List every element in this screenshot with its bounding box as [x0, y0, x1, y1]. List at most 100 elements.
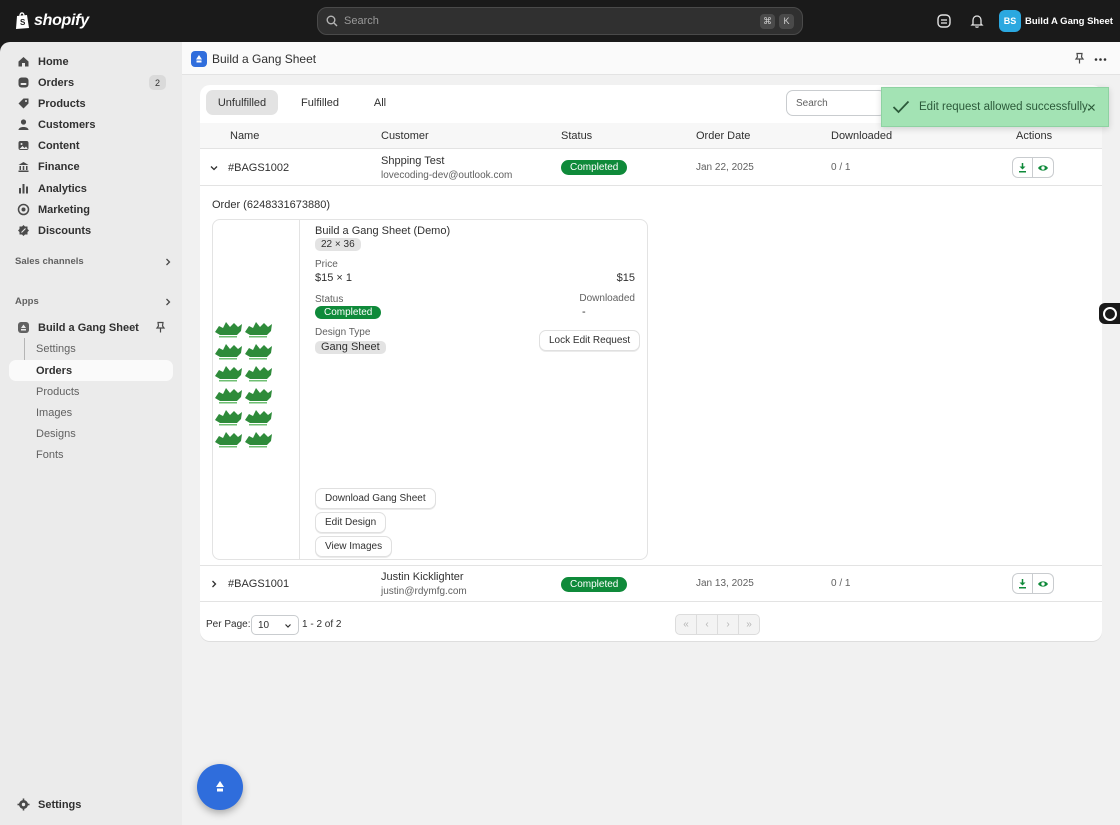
- per-page-label: Per Page:: [206, 619, 251, 630]
- gang-sheet-motif: [215, 366, 242, 382]
- lock-edit-request-button[interactable]: Lock Edit Request: [539, 330, 641, 351]
- app-icon: [191, 51, 207, 67]
- downloaded-value: -: [582, 306, 586, 318]
- double-chevron-right-icon: »: [746, 619, 752, 630]
- col-header-downloaded[interactable]: Downloaded: [831, 130, 892, 142]
- store-name: Build A Gang Sheet: [1025, 15, 1113, 27]
- side-widget-toggle[interactable]: [1099, 303, 1120, 324]
- sidebar-item-discounts[interactable]: Discounts: [9, 220, 173, 241]
- per-page-select[interactable]: 10: [251, 615, 299, 635]
- sidebar-subitem-fonts[interactable]: Fonts: [9, 444, 173, 465]
- apps-section[interactable]: Apps: [15, 296, 173, 307]
- col-header-name[interactable]: Name: [230, 130, 259, 142]
- sidebar-item-settings[interactable]: Settings: [9, 794, 173, 815]
- search-shortcut: ⌘ K: [760, 13, 794, 29]
- download-button[interactable]: [1012, 573, 1033, 594]
- sidebar-item-customers[interactable]: Customers: [9, 114, 173, 135]
- sidebar-item-finance[interactable]: Finance: [9, 156, 173, 177]
- sidebar-subitem-settings[interactable]: Settings: [9, 338, 173, 359]
- store-menu[interactable]: BS Build A Gang Sheet: [999, 10, 1113, 32]
- close-icon[interactable]: [1087, 103, 1096, 112]
- sidebar-item-home[interactable]: Home: [9, 51, 173, 72]
- tab-all[interactable]: All: [362, 90, 398, 115]
- table-row[interactable]: #BAGS1001 Justin Kicklighter justin@rdym…: [200, 567, 1102, 602]
- next-page-button[interactable]: ›: [717, 614, 739, 635]
- chevron-down-icon: [285, 624, 291, 628]
- line-item-card: Build a Gang Sheet (Demo) 22 × 36 Price …: [212, 219, 648, 560]
- order-name[interactable]: #BAGS1001: [228, 578, 289, 590]
- prev-page-button[interactable]: ‹: [696, 614, 718, 635]
- more-options-icon[interactable]: [1094, 53, 1107, 66]
- download-gang-sheet-button[interactable]: Download Gang Sheet: [315, 488, 436, 509]
- gang-sheet-motif: [245, 322, 272, 338]
- sidebar-item-label: Marketing: [38, 203, 90, 216]
- tab-unfulfilled[interactable]: Unfulfilled: [206, 90, 278, 115]
- col-header-status[interactable]: Status: [561, 130, 592, 142]
- col-header-customer[interactable]: Customer: [381, 130, 429, 142]
- sales-channels-section[interactable]: Sales channels: [15, 256, 173, 267]
- view-button[interactable]: [1033, 573, 1054, 594]
- first-page-button[interactable]: «: [675, 614, 697, 635]
- order-id-label: Order (6248331673880): [212, 199, 331, 211]
- page-header: Build a Gang Sheet: [182, 42, 1120, 75]
- price-label: Price: [315, 259, 338, 270]
- sidebar-item-marketing[interactable]: Marketing: [9, 199, 173, 220]
- gang-sheet-motif: [215, 388, 242, 404]
- downloaded-label: Downloaded: [579, 293, 635, 304]
- download-button[interactable]: [1012, 157, 1033, 178]
- app-chat-button[interactable]: [197, 764, 243, 810]
- sidebar-subitem-designs[interactable]: Designs: [9, 423, 173, 444]
- chevron-down-icon[interactable]: [209, 163, 219, 173]
- chevron-right-icon[interactable]: [209, 579, 219, 589]
- checkmark-icon: [892, 100, 910, 114]
- gang-sheet-preview[interactable]: [213, 220, 300, 559]
- shortcut-key-k: K: [779, 13, 794, 29]
- sidebar-item-analytics[interactable]: Analytics: [9, 178, 173, 199]
- shopify-wordmark: shopify: [34, 11, 89, 29]
- shopify-logo[interactable]: S shopify: [14, 11, 89, 30]
- view-button[interactable]: [1033, 157, 1054, 178]
- table-search-input[interactable]: [786, 90, 886, 116]
- tab-fulfilled[interactable]: Fulfilled: [290, 90, 350, 115]
- analytics-icon: [19, 184, 28, 194]
- price-total: $15: [616, 272, 635, 284]
- store-sync-icon[interactable]: [936, 13, 952, 29]
- order-name[interactable]: #BAGS1002: [228, 162, 289, 174]
- gang-sheet-motif: [245, 410, 272, 426]
- sidebar-item-label: Build a Gang Sheet: [38, 321, 139, 334]
- status-badge: Completed: [315, 306, 382, 319]
- download-icon: [1019, 163, 1026, 173]
- sidebar-item-orders[interactable]: Orders 2: [9, 72, 173, 93]
- sidebar-item-label: Home: [38, 55, 69, 68]
- shopify-bag-icon: S: [16, 12, 29, 29]
- col-header-order-date[interactable]: Order Date: [696, 130, 750, 142]
- bell-icon[interactable]: [969, 13, 985, 29]
- product-title: Build a Gang Sheet (Demo): [315, 225, 451, 237]
- edit-design-button[interactable]: Edit Design: [315, 512, 387, 533]
- table-row[interactable]: #BAGS1002 Shpping Test lovecoding-dev@ou…: [200, 150, 1102, 186]
- sidebar-subitem-products[interactable]: Products: [9, 381, 173, 402]
- customer-email: lovecoding-dev@outlook.com: [381, 170, 513, 181]
- order-date: Jan 13, 2025: [696, 578, 754, 589]
- global-search[interactable]: ⌘ K: [317, 7, 803, 35]
- svg-text:S: S: [20, 18, 26, 27]
- design-type-label: Design Type: [315, 327, 371, 338]
- pin-icon[interactable]: [154, 321, 167, 334]
- sidebar-subitem-orders[interactable]: Orders: [9, 360, 173, 381]
- sidebar-subitem-images[interactable]: Images: [9, 402, 173, 423]
- store-avatar: BS: [999, 10, 1021, 32]
- sidebar-item-label: Customers: [38, 118, 96, 131]
- sidebar-item-products[interactable]: Products: [9, 93, 173, 114]
- chevron-right-icon: [166, 298, 171, 305]
- global-search-input[interactable]: [344, 15, 760, 27]
- last-page-button[interactable]: »: [738, 614, 760, 635]
- view-images-button[interactable]: View Images: [315, 536, 393, 557]
- top-bar: S shopify ⌘ K BS Build A Gang Sheet: [0, 0, 1120, 42]
- size-chip: 22 × 36: [315, 238, 361, 251]
- sidebar-item-content[interactable]: Content: [9, 135, 173, 156]
- row-actions: [1012, 157, 1054, 178]
- sidebar-app-build-a-gang-sheet[interactable]: Build a Gang Sheet: [9, 317, 173, 338]
- app-drop-icon: [216, 781, 224, 792]
- downloaded-count: 0 / 1: [831, 162, 851, 173]
- pin-icon[interactable]: [1073, 52, 1086, 65]
